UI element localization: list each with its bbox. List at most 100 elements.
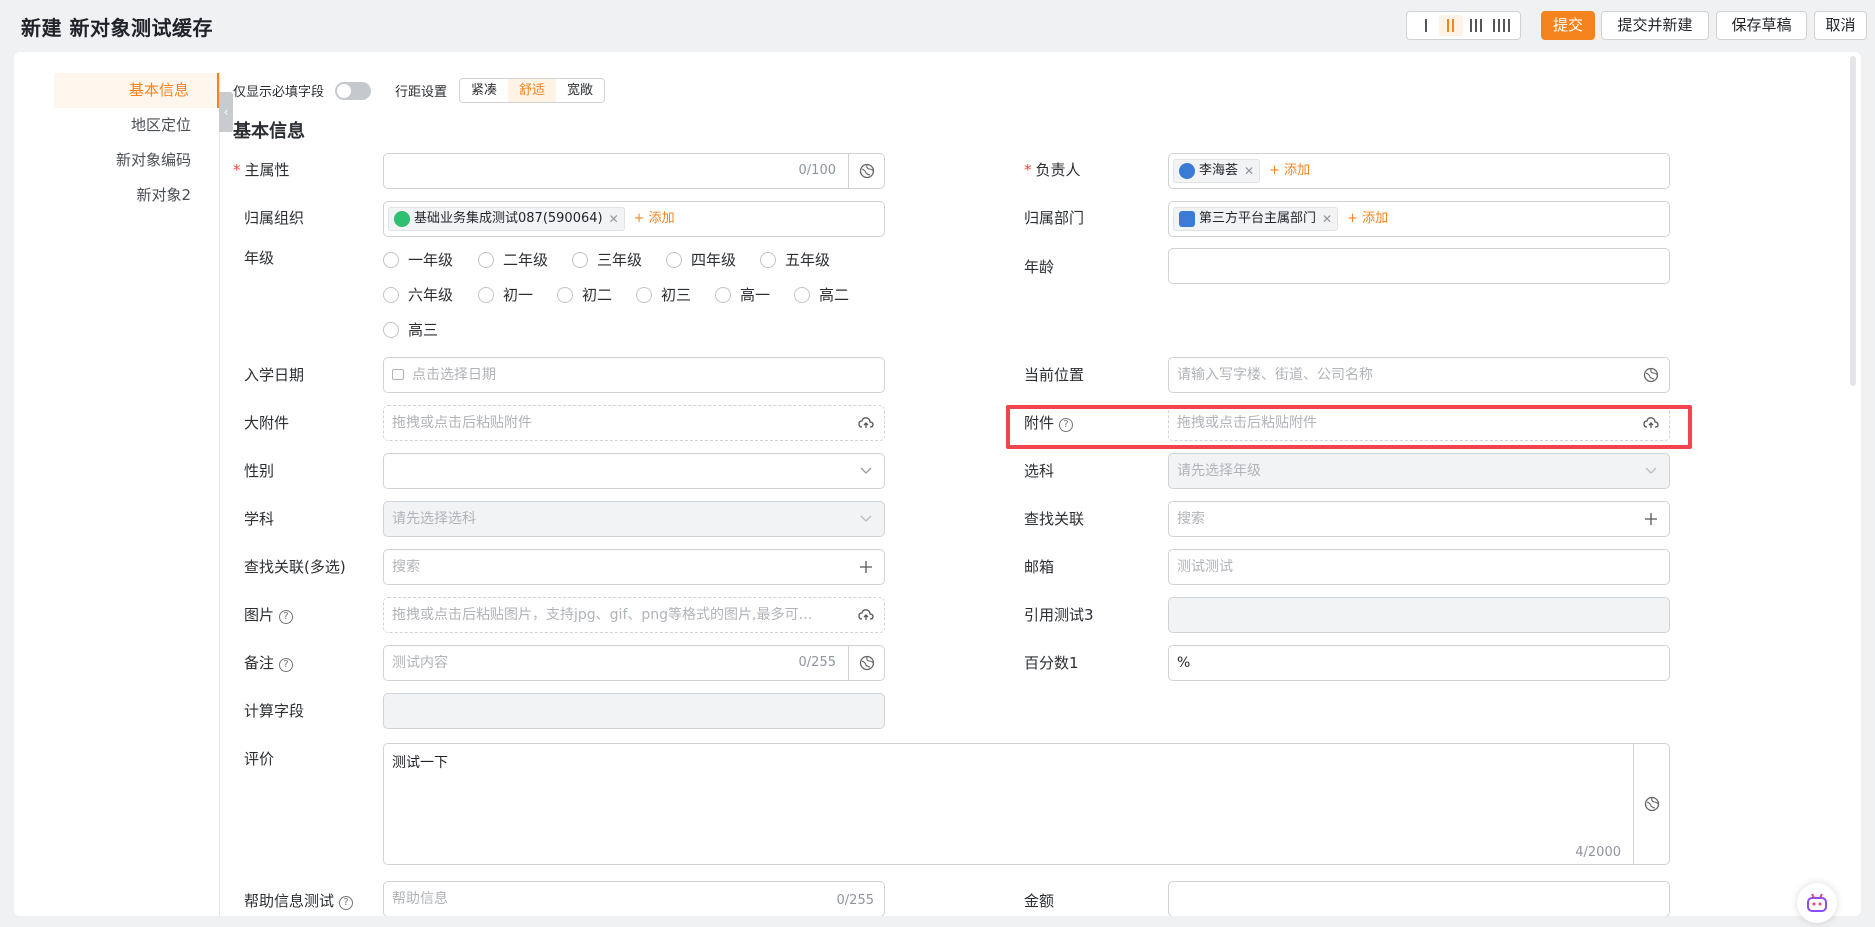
scrollbar[interactable] — [1850, 56, 1856, 386]
sidebar-item-object2[interactable]: 新对象2 — [54, 178, 219, 213]
org-tag-label: 基础业务集成测试087(590064) — [414, 211, 603, 226]
layout-3-column-icon[interactable] — [1464, 15, 1488, 36]
required-only-toggle[interactable] — [335, 82, 371, 100]
submit-and-new-button[interactable]: 提交并新建 — [1601, 11, 1709, 40]
sidebar-item-location[interactable]: 地区定位 — [54, 108, 219, 143]
gender-select[interactable] — [383, 453, 885, 489]
review-counter: 4/2000 — [1575, 845, 1621, 860]
page-title: 新建 新对象测试缓存 — [21, 16, 213, 40]
sidebar-item-basic-info[interactable]: 基本信息 — [54, 73, 219, 108]
layout-1-column-icon[interactable] — [1414, 15, 1438, 36]
save-draft-button[interactable]: 保存草稿 — [1716, 11, 1807, 40]
org-add-link[interactable]: + 添加 — [634, 207, 675, 231]
dept-add-link[interactable]: + 添加 — [1347, 207, 1388, 231]
help-test-counter: 0/255 — [836, 893, 874, 908]
gender-label: 性别 — [244, 462, 275, 480]
submit-button[interactable]: 提交 — [1541, 11, 1595, 40]
grade-option[interactable]: 六年级 — [383, 284, 453, 305]
dept-tag: 第三方平台主属部门 ✕ — [1173, 207, 1339, 231]
amount-input[interactable] — [1168, 881, 1670, 916]
enroll-date-input[interactable]: 点击选择日期 — [383, 357, 885, 393]
remark-label: 备注? — [244, 652, 294, 673]
grade-option[interactable]: 五年级 — [760, 249, 830, 270]
owner-attr-input[interactable]: 0/100 — [383, 153, 885, 189]
globe-icon[interactable] — [1633, 744, 1669, 864]
row-spacing-compact[interactable]: 紧凑 — [460, 79, 508, 102]
cloud-upload-icon[interactable] — [848, 406, 884, 440]
layout-column-switch[interactable] — [1406, 11, 1521, 40]
email-input[interactable]: 测试测试 — [1168, 549, 1670, 585]
collapse-nav-chevron-icon[interactable]: ‹ — [219, 92, 233, 132]
dept-input[interactable]: 第三方平台主属部门 ✕ + 添加 — [1168, 201, 1670, 237]
remove-tag-close-icon[interactable]: ✕ — [1322, 208, 1332, 230]
grade-option[interactable]: 初三 — [636, 284, 691, 305]
cancel-button[interactable]: 取消 — [1814, 11, 1867, 40]
location-label: 当前位置 — [1024, 366, 1085, 384]
grade-option[interactable]: 二年级 — [478, 249, 548, 270]
chevron-down-icon — [848, 502, 884, 536]
org-tag: 基础业务集成测试087(590064) ✕ — [388, 207, 625, 231]
lookup-multi-placeholder: 搜索 — [392, 559, 420, 575]
review-textarea[interactable]: 测试一下 4/2000 — [383, 743, 1670, 865]
grade-option[interactable]: 一年级 — [383, 249, 453, 270]
help-test-placeholder: 帮助信息 — [392, 891, 448, 907]
grade-option[interactable]: 三年级 — [572, 249, 642, 270]
review-label: 评价 — [244, 750, 275, 768]
grade-option[interactable]: 初一 — [478, 284, 533, 305]
amount-label: 金额 — [1024, 892, 1055, 910]
big-attachment-dropzone[interactable]: 拖拽或点击后粘贴附件 — [383, 405, 885, 441]
lookup-placeholder: 搜索 — [1177, 511, 1205, 527]
percent1-label: 百分数1 — [1024, 654, 1079, 672]
remove-tag-close-icon[interactable]: ✕ — [609, 208, 619, 230]
help-question-icon[interactable]: ? — [339, 896, 354, 910]
section-nav: 基本信息 地区定位 新对象编码 新对象2 — [54, 73, 219, 213]
percent1-input[interactable]: % — [1168, 645, 1670, 681]
owner-attr-label: * 主属性 — [233, 161, 290, 179]
remark-input[interactable]: 测试内容 0/255 — [383, 645, 885, 681]
layout-4-column-icon[interactable] — [1489, 15, 1513, 36]
plus-icon[interactable] — [1633, 502, 1669, 536]
plus-icon[interactable] — [848, 550, 884, 584]
row-spacing-wide[interactable]: 宽敞 — [556, 79, 604, 102]
grade-option[interactable]: 高三 — [383, 319, 438, 340]
owner-add-link[interactable]: + 添加 — [1269, 159, 1310, 183]
globe-icon[interactable] — [848, 646, 884, 680]
cloud-upload-icon[interactable] — [848, 598, 884, 632]
image-dropzone[interactable]: 拖拽或点击后粘贴图片，支持jpg、gif、png等格式的图片,最多可… — [383, 597, 885, 633]
email-placeholder: 测试测试 — [1177, 559, 1233, 575]
grade-option[interactable]: 四年级 — [666, 249, 736, 270]
owner-tag-label: 李海荟 — [1199, 163, 1239, 178]
layout-2-column-icon[interactable] — [1438, 15, 1463, 36]
grade-label: 年级 — [244, 249, 275, 267]
subject-placeholder: 请先选择选科 — [392, 511, 476, 527]
org-input[interactable]: 基础业务集成测试087(590064) ✕ + 添加 — [383, 201, 885, 237]
lookup-multi-input[interactable]: 搜索 — [383, 549, 885, 585]
remove-tag-close-icon[interactable]: ✕ — [1244, 160, 1254, 182]
age-input[interactable] — [1168, 248, 1670, 284]
row-spacing-selector[interactable]: 紧凑 舒适 宽敞 — [459, 78, 606, 103]
assistant-robot-icon[interactable] — [1797, 883, 1837, 923]
remark-counter: 0/255 — [798, 655, 836, 670]
nav-divider — [219, 73, 220, 916]
subject-select[interactable]: 请先选择选科 — [383, 501, 885, 537]
grade-option[interactable]: 高二 — [794, 284, 849, 305]
row-spacing-comfortable[interactable]: 舒适 — [508, 79, 557, 102]
help-test-input[interactable]: 帮助信息 0/255 — [383, 881, 885, 916]
lookup-label: 查找关联 — [1024, 510, 1085, 528]
owner-input[interactable]: 李海荟 ✕ + 添加 — [1168, 153, 1670, 189]
help-question-icon[interactable]: ? — [279, 658, 294, 672]
owner-tag: 李海荟 ✕ — [1173, 159, 1261, 183]
globe-icon[interactable] — [1633, 358, 1669, 392]
location-input[interactable]: 请输入写字楼、街道、公司名称 — [1168, 357, 1670, 393]
globe-icon[interactable] — [848, 154, 884, 188]
elective-select[interactable]: 请先选择年级 — [1168, 453, 1670, 489]
help-question-icon[interactable]: ? — [279, 610, 294, 624]
grade-option[interactable]: 初二 — [557, 284, 612, 305]
grade-option[interactable]: 高一 — [715, 284, 770, 305]
remark-placeholder: 测试内容 — [392, 655, 448, 671]
sidebar-item-object-code[interactable]: 新对象编码 — [54, 143, 219, 178]
calc-input — [383, 693, 885, 729]
org-icon — [394, 211, 410, 227]
subject-label: 学科 — [244, 510, 275, 528]
lookup-input[interactable]: 搜索 — [1168, 501, 1670, 537]
